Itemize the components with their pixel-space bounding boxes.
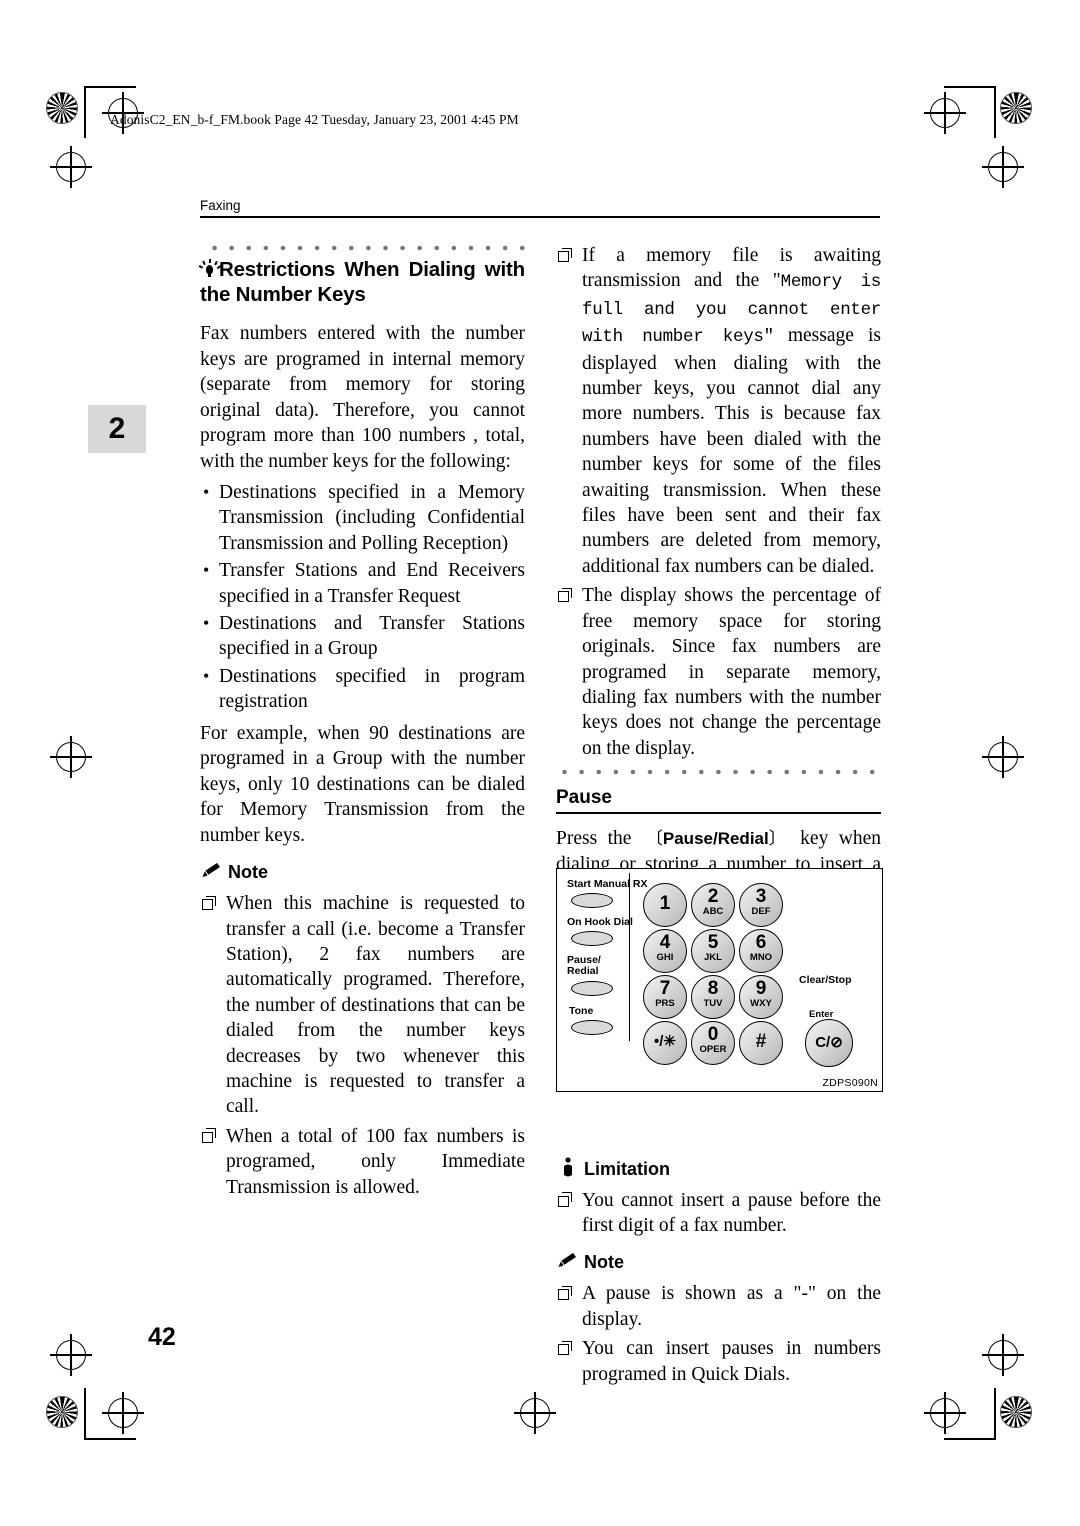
- registration-star-mark-top-right: [1000, 92, 1032, 124]
- figure-label-clear-stop: Clear/Stop: [799, 974, 852, 986]
- keypad-key-9: 9 WXY: [739, 975, 783, 1019]
- note-heading-right-text: Note: [584, 1252, 624, 1273]
- list-item: When this machine is requested to transf…: [200, 891, 525, 1120]
- list-item: If a memory file is awaiting transmissio…: [556, 243, 881, 579]
- keypad-key-6: 6 MNO: [739, 929, 783, 973]
- figure-label-pause-redial-2: Redial: [567, 965, 599, 977]
- lightbulb-icon: [198, 259, 221, 278]
- keypad-key-hash: #: [739, 1021, 783, 1065]
- registration-cross-mark-left-upper: [50, 146, 92, 188]
- pause-heading: Pause: [556, 787, 612, 809]
- registration-cross-mark-right-middle: [982, 736, 1024, 778]
- right-column: If a memory file is awaiting transmissio…: [556, 243, 881, 1393]
- keypad-key-4: 4 GHI: [643, 929, 687, 973]
- figure-code: ZDPS090N: [822, 1077, 878, 1089]
- limitation-heading-text: Limitation: [584, 1158, 670, 1179]
- tone-button: [571, 1020, 613, 1035]
- running-head: Faxing: [200, 198, 241, 213]
- list-item: Transfer Stations and End Receivers spec…: [200, 558, 525, 609]
- page-number: 42: [148, 1323, 176, 1351]
- note-heading-left-text: Note: [228, 862, 268, 883]
- keypad-key-7: 7 PRS: [643, 975, 687, 1019]
- figure-label-start-manual-rx: Start Manual RX: [567, 878, 648, 890]
- list-item: Destinations and Transfer Stations speci…: [200, 611, 525, 662]
- left-paragraph-2: For example, when 90 destinations are pr…: [200, 722, 525, 846]
- list-item: A pause is shown as a "-" on the display…: [556, 1281, 881, 1332]
- pause-redial-key-label: Pause/Redial: [642, 826, 790, 852]
- registration-star-mark-bottom-left: [46, 1396, 78, 1428]
- note-list-left: When this machine is requested to transf…: [200, 891, 525, 1200]
- start-manual-rx-button: [571, 893, 613, 908]
- figure-label-on-hook-dial: On Hook Dial: [567, 916, 633, 928]
- left-column: Restrictions When Dialing with the Numbe…: [198, 243, 531, 1206]
- note-heading-left: Note: [200, 862, 525, 883]
- figure-label-tone: Tone: [569, 1005, 594, 1017]
- list-item: Destinations specified in a Memory Trans…: [200, 480, 525, 556]
- figure-divider: [629, 873, 631, 1041]
- list-item: When a total of 100 fax numbers is progr…: [200, 1124, 525, 1200]
- registration-cross-mark-bottom-center: [514, 1392, 556, 1434]
- restriction-bullet-list: Destinations specified in a Memory Trans…: [200, 480, 525, 715]
- list-item: You cannot insert a pause before the fir…: [556, 1188, 881, 1239]
- pause-heading-rule: [556, 812, 881, 815]
- registration-star-mark-bottom-right: [1000, 1396, 1032, 1428]
- list-item: Destinations specified in program regist…: [200, 664, 525, 715]
- keypad-key-3: 3 DEF: [739, 883, 783, 927]
- keypad-key-asterisk: •/✳: [643, 1021, 687, 1065]
- list-item: You can insert pauses in numbers program…: [556, 1336, 881, 1387]
- pencil-icon: [556, 1251, 578, 1271]
- section-heading-text: Restrictions When Dialing with the Numbe…: [200, 258, 525, 306]
- left-paragraph-1: Fax numbers entered with the number keys…: [200, 323, 525, 472]
- list-item: The display shows the percentage of free…: [556, 583, 881, 761]
- registration-star-mark-top-left: [46, 92, 78, 124]
- note-list-right: A pause is shown as a "-" on the display…: [556, 1281, 881, 1387]
- registration-cross-mark-left-lower: [50, 1334, 92, 1376]
- registration-cross-mark-right-upper: [982, 146, 1024, 188]
- document-page: AdonisC2_EN_b-f_FM.book Page 42 Tuesday,…: [0, 0, 1080, 1526]
- keypad-key-2: 2 ABC: [691, 883, 735, 927]
- decorative-dot-rule-middle: [556, 767, 881, 778]
- registration-cross-mark-right-lower: [982, 1334, 1024, 1376]
- limitation-heading: Limitation: [556, 1157, 881, 1180]
- decorative-dot-rule-top: [206, 243, 531, 253]
- keypad-figure: Start Manual RX On Hook Dial Pause/ Redi…: [556, 868, 883, 1092]
- registration-cross-mark-bottom-left: [102, 1392, 144, 1434]
- book-file-line: AdonisC2_EN_b-f_FM.book Page 42 Tuesday,…: [110, 112, 519, 127]
- registration-cross-mark-left-middle: [50, 736, 92, 778]
- memory-full-text-after: message is displayed when dialing with t…: [582, 325, 881, 577]
- registration-cross-mark-top-right: [924, 92, 966, 134]
- section-heading: Restrictions When Dialing with the Numbe…: [198, 257, 525, 307]
- right-top-list: If a memory file is awaiting transmissio…: [556, 243, 881, 761]
- registration-cross-mark-bottom-right: [924, 1392, 966, 1434]
- limitation-list: You cannot insert a pause before the fir…: [556, 1188, 881, 1239]
- pause-text-before: Press the: [556, 828, 632, 850]
- keypad-key-1: 1: [643, 883, 687, 927]
- clear-stop-key: C/⊘: [805, 1019, 853, 1067]
- note-heading-right: Note: [556, 1252, 881, 1273]
- keypad-key-5: 5 JKL: [691, 929, 735, 973]
- on-hook-dial-button: [571, 931, 613, 946]
- keypad-key-0: 0 OPER: [691, 1021, 735, 1065]
- header-rule: [200, 216, 880, 218]
- pencil-icon: [200, 861, 222, 881]
- keypad-key-8: 8 TUV: [691, 975, 735, 1019]
- pause-redial-button: [571, 981, 613, 996]
- chapter-tab: 2: [88, 405, 146, 453]
- hand-pointer-icon: [558, 1157, 578, 1179]
